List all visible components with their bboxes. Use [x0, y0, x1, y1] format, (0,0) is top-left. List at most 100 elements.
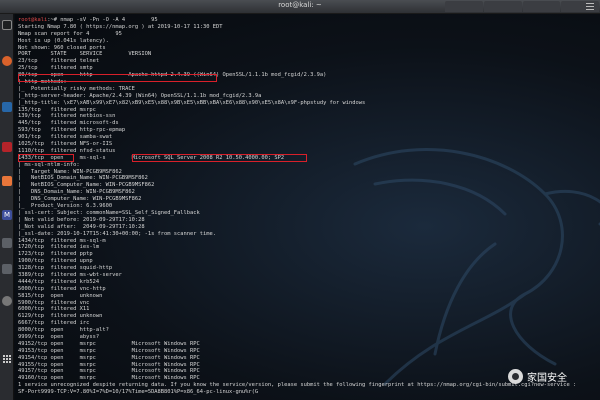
browser-tab[interactable]: [522, 1, 561, 12]
terminal-line-text: 49157/tcp open msrpc Microsoft Windows R…: [18, 368, 200, 375]
terminal-line: Not shown: 960 closed ports: [18, 45, 600, 52]
terminal-line: 6000/tcp filtered X11: [18, 306, 600, 313]
terminal-line: 135/tcp filtered msrpc: [18, 107, 600, 114]
terminal-line-text: 49154/tcp open msrpc Microsoft Windows R…: [18, 354, 200, 361]
terminal-line-text: 1720/tcp filtered ies-lm: [18, 244, 100, 251]
terminal-line-text: |_http-title: \xE7\xAB\x99\xE7\x82\xB9\x…: [18, 99, 366, 106]
terminal-line-text: 445/tcp filtered microsoft-ds: [18, 120, 119, 127]
terminal-line: 80/tcp open http Apache httpd 2.4.39 ((W…: [18, 72, 600, 79]
apps-grid-icon[interactable]: [2, 354, 12, 364]
terminal-line: Nmap scan report for 4 95: [18, 31, 600, 38]
terminal-line-text: Nmap scan report for 4 95: [18, 30, 122, 37]
terminal-line-text: |_ Product_Version: 6.3.9600: [18, 203, 113, 210]
terminal-line-text: 1 service unrecognized despite returning…: [18, 382, 577, 389]
terminal-line-text: |_Not valid after: 2049-09-29T17:10:28: [18, 223, 145, 230]
browser-tabs: [445, 0, 600, 14]
terminal-line: 901/tcp filtered samba-swat: [18, 134, 600, 141]
terminal-line-text: Host is up (0.041s latency).: [18, 37, 109, 44]
terminal-line: 49155/tcp open msrpc Microsoft Windows R…: [18, 362, 600, 369]
terminal-line-text: 901/tcp filtered samba-swat: [18, 134, 113, 141]
terminal-line-text: | ms-sql-ntlm-info:: [18, 161, 80, 168]
burpsuite-icon[interactable]: [2, 176, 12, 186]
terminal-output: root@kali:~# nmap -sV -Pn -O -A 4 95 Star…: [18, 17, 600, 396]
watermark: 家国安全: [508, 369, 567, 384]
terminal-line-text: 49152/tcp open msrpc Microsoft Windows R…: [18, 340, 200, 347]
terminal-line-text: SF-Port9999-TCP:V=7.80%I=7%D=10/17%Time=…: [18, 389, 259, 396]
terminal-line: |_ Product_Version: 6.3.9600: [18, 203, 600, 210]
firefox-icon[interactable]: [2, 56, 12, 66]
terminal-line: |_http-title: \xE7\xAB\x99\xE7\x82\xB9\x…: [18, 100, 600, 107]
maltego-icon[interactable]: M: [2, 210, 12, 220]
terminal-line: 49152/tcp open msrpc Microsoft Windows R…: [18, 341, 600, 348]
terminal-line-text: :~# nmap -sV -Pn -O -A 4 95: [47, 17, 158, 23]
terminal-line: 6667/tcp filtered irc: [18, 320, 600, 327]
app-icon[interactable]: [2, 264, 12, 274]
terminal-line-text: 6667/tcp filtered irc: [18, 320, 90, 327]
terminal-line: | http-methods:: [18, 79, 600, 86]
browser-tab[interactable]: [483, 1, 522, 12]
terminal-line-text: 6129/tcp filtered unknown: [18, 313, 103, 320]
application-dock: M: [0, 14, 14, 400]
terminal-line-text: | NetBIOS_Domain_Name: WIN-PCGB9MSF862: [18, 175, 148, 182]
terminal-line: 5900/tcp filtered vnc: [18, 300, 600, 307]
terminal-line: 5815/tcp open unknown: [18, 293, 600, 300]
watermark-text: 家国安全: [527, 373, 567, 384]
terminal-line-text: 135/tcp filtered msrpc: [18, 106, 96, 113]
terminal-line: 49153/tcp open msrpc Microsoft Windows R…: [18, 348, 600, 355]
armitage-icon[interactable]: [2, 142, 12, 152]
terminal-line-text: Starting Nmap 7.80 ( https://nmap.org ) …: [18, 23, 223, 30]
terminal-line-text: 1723/tcp filtered pptp: [18, 251, 93, 258]
terminal-line: SF-Port9999-TCP:V=7.80%I=7%D=10/17%Time=…: [18, 389, 600, 396]
terminal-line-text: |_ Potentially risky methods: TRACE: [18, 85, 135, 92]
window-titlebar: root@kali: ~: [0, 0, 600, 14]
terminal-line-text: |_ssl-date: 2019-10-17T15:41:30+00:00; -…: [18, 230, 216, 237]
terminal-line: 49154/tcp open msrpc Microsoft Windows R…: [18, 355, 600, 362]
terminal-line: 25/tcp filtered smtp: [18, 65, 600, 72]
terminal-line-text: 6000/tcp filtered X11: [18, 306, 90, 313]
terminal-line-text: PORT STATE SERVICE VERSION: [18, 51, 152, 58]
terminal-line-text: 49153/tcp open msrpc Microsoft Windows R…: [18, 347, 200, 354]
terminal-window[interactable]: root@kali:~# nmap -sV -Pn -O -A 4 95 Star…: [15, 14, 600, 400]
wechat-logo-icon: [508, 369, 523, 384]
terminal-line: | DNS_Computer_Name: WIN-PCGB9MSF862: [18, 196, 600, 203]
terminal-line: |_Not valid after: 2049-09-29T17:10:28: [18, 224, 600, 231]
terminal-line: 23/tcp filtered telnet: [18, 58, 600, 65]
terminal-line-text: | NetBIOS_Computer_Name: WIN-PCGB9MSF862: [18, 182, 155, 189]
terminal-line-text: 1900/tcp filtered upnp: [18, 258, 93, 265]
terminal-line: 139/tcp filtered netbios-ssn: [18, 113, 600, 120]
terminal-line-text: 9999/tcp open abyss?: [18, 333, 100, 340]
terminal-line-text: | Not valid before: 2019-09-29T17:10:28: [18, 216, 145, 223]
terminal-line-text: | DNS_Computer_Name: WIN-PCGB9MSF862: [18, 196, 142, 203]
browser-tab[interactable]: [445, 1, 483, 12]
terminal-line-text: 23/tcp filtered telnet: [18, 58, 100, 65]
terminal-line-text: |_http-server-header: Apache/2.4.39 (Win…: [18, 92, 262, 99]
hamburger-menu-icon[interactable]: [586, 3, 594, 10]
terminal-line-text: 5900/tcp filtered vnc: [18, 299, 90, 306]
terminal-line-text: 49160/tcp open msrpc Microsoft Windows R…: [18, 375, 200, 382]
terminal-line: 1720/tcp filtered ies-lm: [18, 244, 600, 251]
terminal-line-text: 1433/tcp open ms-sql-s Microsoft SQL Ser…: [18, 154, 285, 161]
terminal-line-text: 8000/tcp open http-alt?: [18, 327, 109, 334]
terminal-line: | ssl-cert: Subject: commonName=SSL_Self…: [18, 210, 600, 217]
metasploit-icon[interactable]: [2, 102, 12, 112]
terminal-line-text: | http-methods:: [18, 79, 67, 86]
terminal-line-text: 3128/tcp filtered squid-http: [18, 265, 113, 272]
terminal-line: root@kali:~# nmap -sV -Pn -O -A 4 95: [18, 17, 600, 24]
app-icon[interactable]: [2, 238, 12, 248]
terminal-line-text: | DNS_Domain_Name: WIN-PCGB9MSF862: [18, 189, 135, 196]
terminal-line-text: 49155/tcp open msrpc Microsoft Windows R…: [18, 361, 200, 368]
terminal-line-text: 1110/tcp filtered nfsd-status: [18, 147, 116, 154]
terminal-line-text: Not shown: 960 closed ports: [18, 44, 106, 51]
settings-icon[interactable]: [2, 296, 12, 306]
terminal-line: Starting Nmap 7.80 ( https://nmap.org ) …: [18, 24, 600, 31]
terminal-icon[interactable]: [2, 20, 12, 30]
terminal-line-text: 3389/tcp filtered ms-wbt-server: [18, 271, 122, 278]
terminal-line: 3128/tcp filtered squid-http: [18, 265, 600, 272]
terminal-line: |_ssl-date: 2019-10-17T15:41:30+00:00; -…: [18, 231, 600, 238]
terminal-line-text: 5815/tcp open unknown: [18, 292, 103, 299]
terminal-line: PORT STATE SERVICE VERSION: [18, 51, 600, 58]
terminal-line: 593/tcp filtered http-rpc-epmap: [18, 127, 600, 134]
terminal-line: | Not valid before: 2019-09-29T17:10:28: [18, 217, 600, 224]
terminal-line-text: 25/tcp filtered smtp: [18, 65, 93, 72]
terminal-line: 9999/tcp open abyss?: [18, 334, 600, 341]
